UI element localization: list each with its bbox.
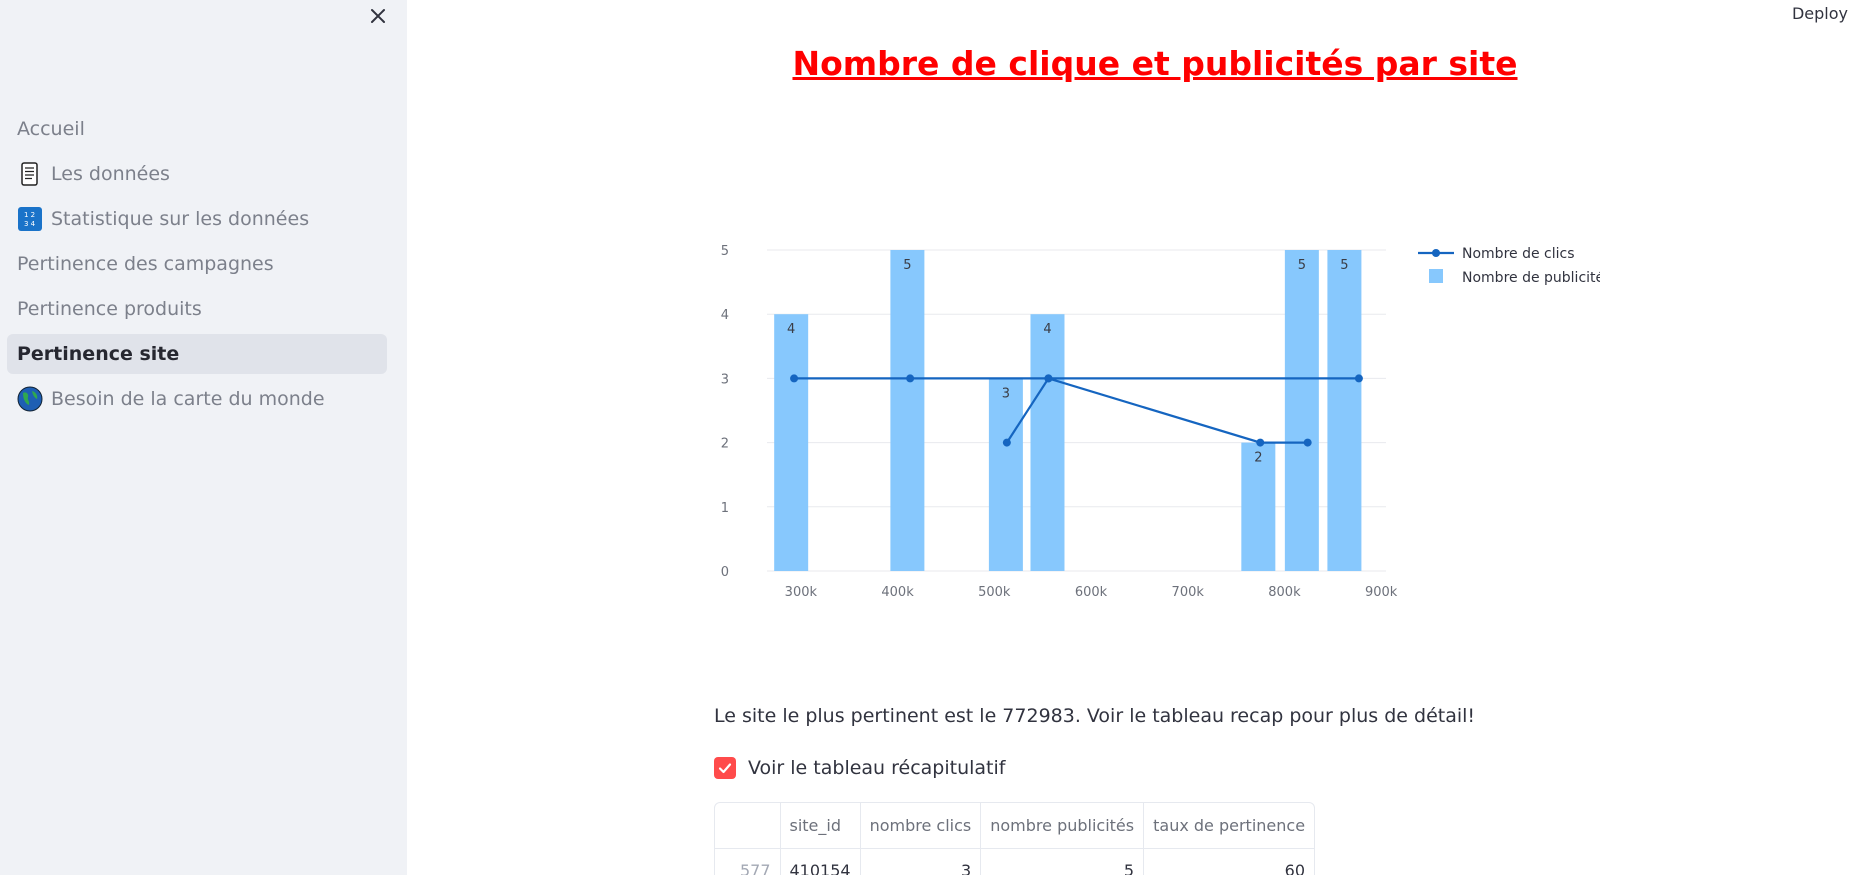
x-tick-label: 500k	[978, 585, 1011, 600]
line-point	[906, 374, 915, 383]
legend-label-publicites: Nombre de publicités	[1462, 270, 1600, 286]
x-tick-label: 600k	[1075, 585, 1108, 600]
table-cell-taux-pertinence: 60	[1143, 848, 1315, 875]
close-icon	[371, 9, 385, 23]
bar	[1327, 250, 1362, 571]
sidebar-item-pertinence-site[interactable]: Pertinence site	[7, 334, 387, 374]
checkbox-label: Voir le tableau récapitulatif	[748, 757, 1006, 779]
sidebar-item-label: Pertinence site	[17, 343, 180, 365]
x-tick-label: 300k	[785, 585, 818, 600]
close-sidebar-button[interactable]	[366, 4, 390, 28]
column-header-site-id[interactable]: site_id	[780, 803, 861, 849]
y-tick-label: 2	[721, 437, 729, 452]
scroll-icon	[17, 161, 43, 187]
recap-table[interactable]: site_id nombre clics nombre publicités t…	[714, 802, 1316, 875]
app-window: Accueil Les données 1 2 3 4 Statistique …	[0, 0, 1864, 875]
x-tick-label: 800k	[1268, 585, 1301, 600]
sidebar-item-carte-du-monde[interactable]: Besoin de la carte du monde	[7, 379, 387, 419]
svg-text:3 4: 3 4	[24, 220, 36, 228]
bar-data-label: 5	[1298, 258, 1306, 273]
bar-data-label: 4	[1043, 322, 1051, 337]
x-tick-label: 700k	[1172, 585, 1205, 600]
page-title: Nombre de clique et publicités par site	[792, 44, 1518, 83]
column-header-taux-pertinence[interactable]: taux de pertinence	[1143, 803, 1315, 849]
bar	[988, 378, 1023, 571]
line-point	[790, 374, 799, 383]
table-cell-site-id: 410154	[780, 848, 861, 875]
legend-line-marker	[1432, 249, 1440, 257]
svg-text:1 2: 1 2	[24, 211, 35, 219]
x-tick-label: 400k	[881, 585, 914, 600]
table-header-row: site_id nombre clics nombre publicités t…	[715, 803, 1315, 849]
sidebar-item-label: Pertinence produits	[17, 298, 202, 320]
line-point	[1002, 438, 1011, 447]
sidebar-item-statistique[interactable]: 1 2 3 4 Statistique sur les données	[7, 199, 387, 239]
sidebar-item-label: Accueil	[17, 118, 85, 140]
y-tick-label: 1	[721, 501, 729, 516]
sidebar-item-accueil[interactable]: Accueil	[7, 109, 387, 149]
bar-data-label: 2	[1254, 451, 1262, 466]
sidebar: Accueil Les données 1 2 3 4 Statistique …	[0, 0, 407, 875]
bar-data-label: 4	[787, 322, 795, 337]
globe-icon	[17, 386, 43, 412]
numbers-icon: 1 2 3 4	[17, 206, 43, 232]
y-tick-label: 5	[721, 244, 729, 259]
bar-data-label: 3	[1002, 386, 1010, 401]
check-icon	[718, 763, 732, 774]
sidebar-item-label: Statistique sur les données	[51, 208, 310, 230]
table-cell-nombre-publicites: 5	[980, 848, 1145, 875]
legend-label-clics: Nombre de clics	[1462, 246, 1575, 262]
sidebar-item-label: Pertinence des campagnes	[17, 253, 274, 275]
sidebar-nav: Accueil Les données 1 2 3 4 Statistique …	[7, 109, 387, 424]
y-tick-label: 3	[721, 372, 729, 387]
bar-data-label: 5	[903, 258, 911, 273]
line-point	[1044, 374, 1053, 383]
line-series-clics	[794, 377, 1359, 444]
line-point	[1303, 438, 1312, 447]
bar	[1030, 314, 1065, 571]
line-point	[1354, 374, 1363, 383]
chart: 0 1 2 3 4 5 300k 400k 500k 600k 700k 800k 900k 4 5 3 4 2 5…	[721, 244, 1600, 600]
table-row[interactable]: 577 410154 3 5 60	[715, 848, 1315, 875]
table-cell-index: 577	[715, 848, 781, 875]
y-tick-label: 0	[721, 565, 729, 580]
legend-bar-swatch	[1429, 269, 1443, 283]
table-cell-nombre-clics: 3	[860, 848, 982, 875]
recap-table-checkbox[interactable]: Voir le tableau récapitulatif	[714, 757, 1005, 779]
sidebar-item-label: Les données	[51, 163, 170, 185]
y-tick-label: 4	[721, 308, 729, 323]
x-tick-label: 900k	[1365, 585, 1398, 600]
bar-data-label: 5	[1340, 258, 1348, 273]
sidebar-item-label: Besoin de la carte du monde	[51, 388, 325, 410]
sidebar-item-les-donnees[interactable]: Les données	[7, 154, 387, 194]
insight-text: Le site le plus pertinent est le 772983.…	[714, 705, 1476, 727]
bar	[1284, 250, 1319, 571]
sidebar-item-pertinence-campagnes[interactable]: Pertinence des campagnes	[7, 244, 387, 284]
checkbox-box[interactable]	[714, 757, 736, 779]
column-header-index[interactable]	[715, 803, 781, 849]
line-point	[1256, 438, 1265, 447]
column-header-nombre-publicites[interactable]: nombre publicités	[980, 803, 1145, 849]
bar	[890, 250, 925, 571]
deploy-button[interactable]: Deploy	[1792, 4, 1848, 23]
sidebar-item-pertinence-produits[interactable]: Pertinence produits	[7, 289, 387, 329]
bar	[774, 314, 809, 571]
column-header-nombre-clics[interactable]: nombre clics	[860, 803, 982, 849]
